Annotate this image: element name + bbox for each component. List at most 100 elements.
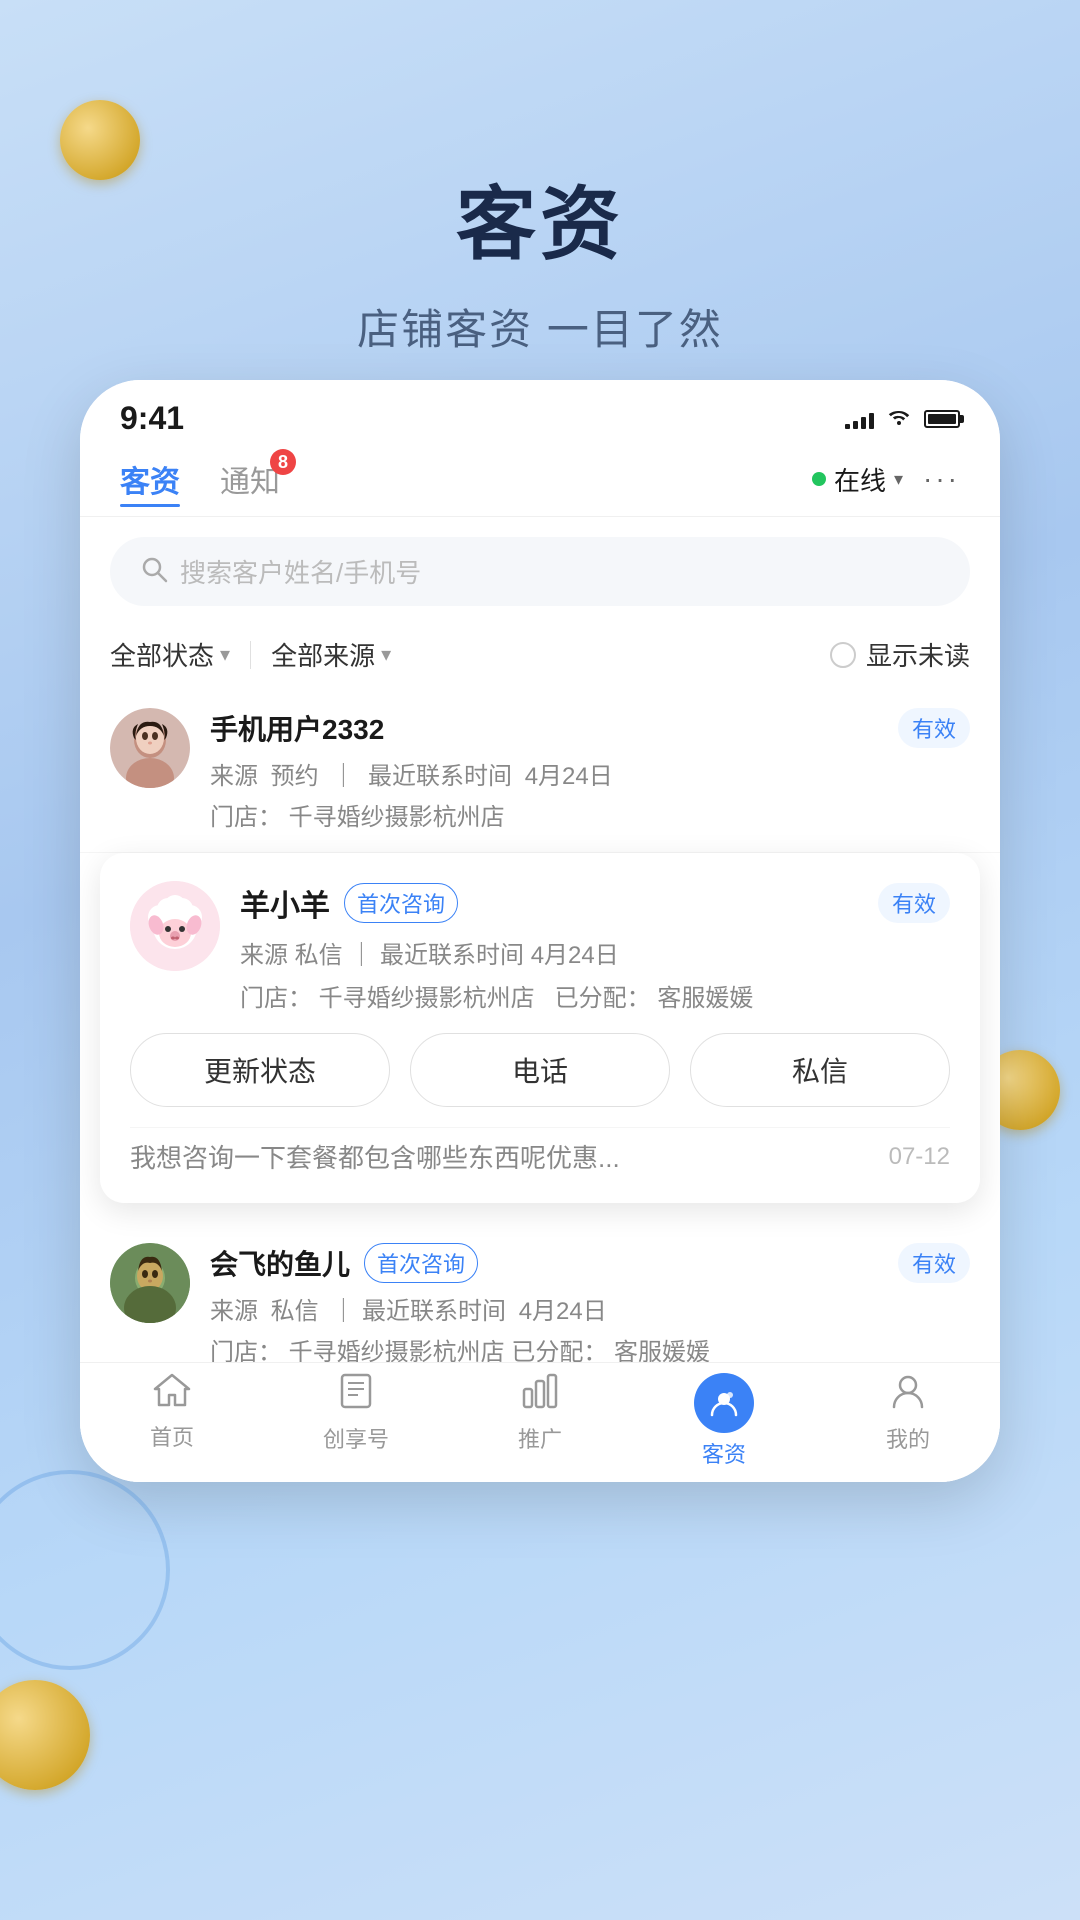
shop-label-1: 门店： (210, 804, 282, 831)
tab-keizi-label: 客资 (120, 466, 180, 499)
customer-2-shop-name: 千寻婚纱摄影杭州店 (319, 985, 535, 1012)
customer-1-info: 手机用户2332 有效 来源 预约 ｜ 最近联系时间 4月24日 门店： 千寻婚… (210, 708, 970, 832)
customer-row-1[interactable]: 手机用户2332 有效 来源 预约 ｜ 最近联系时间 4月24日 门店： 千寻婚… (80, 688, 1000, 853)
assigned-label-2: 已分配： (555, 985, 651, 1012)
customer-2-name: 羊小羊 (240, 881, 330, 925)
signal-bar-4 (869, 413, 874, 429)
page-title: 客资 (0, 160, 1080, 276)
phone-button[interactable]: 电话 (410, 1033, 670, 1107)
online-text: 在线 (834, 461, 886, 498)
customer-1-status-tag: 有效 (898, 708, 970, 748)
update-status-button[interactable]: 更新状态 (130, 1033, 390, 1107)
customer-2-shop: 门店： 千寻婚纱摄影杭州店 (240, 978, 535, 1013)
last-message-text: 我想咨询一下套餐都包含哪些东西呢优惠... (130, 1138, 869, 1175)
nav-item-promote[interactable]: 推广 (448, 1373, 632, 1454)
nav-item-mine[interactable]: 我的 (816, 1373, 1000, 1454)
customer-2-header: 羊小羊 首次咨询 有效 来源 私信 ｜ 最近联系时间 4月24日 门店： 千寻婚… (130, 881, 950, 1013)
customer-3-name: 会飞的鱼儿 (210, 1243, 350, 1283)
customer-1-avatar (110, 708, 190, 788)
page-subtitle: 店铺客资 一目了然 (0, 296, 1080, 357)
filter-bar: 全部状态 ▾ 全部来源 ▾ 显示未读 (80, 626, 1000, 688)
customer-3-meta: 来源 私信 ｜ 最近联系时间 4月24日 (210, 1291, 970, 1326)
nav-home-label: 首页 (150, 1420, 194, 1452)
filter-divider (250, 641, 251, 669)
tab-bar: 客资 通知 8 在线 ▾ ··· (80, 447, 1000, 517)
customer-1-name-row: 手机用户2332 有效 (210, 708, 970, 748)
show-unread-label: 显示未读 (866, 636, 970, 673)
blue-curve-decoration (0, 1470, 170, 1670)
nav-item-home[interactable]: 首页 (80, 1373, 264, 1452)
signal-bar-3 (861, 417, 866, 429)
battery-fill (928, 414, 956, 424)
customer-3-avatar (110, 1243, 190, 1323)
sep-3a: ｜ 最近联系时间 (331, 1298, 512, 1325)
search-bar[interactable]: 搜索客户姓名/手机号 (110, 537, 970, 606)
last-contact-label-1: 最近联系时间 (368, 763, 512, 790)
source-filter-label: 全部来源 (271, 636, 375, 673)
status-time: 9:41 (120, 400, 184, 437)
home-icon (153, 1373, 191, 1416)
tab-notice-label: 通知 (220, 466, 280, 499)
status-filter[interactable]: 全部状态 ▾ (110, 636, 230, 673)
customer-1-last-contact: 4月24日 (525, 763, 613, 790)
tab-notice[interactable]: 通知 8 (220, 457, 280, 501)
nav-promote-label: 推广 (518, 1422, 562, 1454)
customer-1-source-label: 来源 (210, 763, 258, 790)
source-label-2: 来源 (240, 942, 295, 969)
customer-2-last-contact: 4月24日 (531, 942, 619, 969)
customer-card-2-expanded[interactable]: 羊小羊 首次咨询 有效 来源 私信 ｜ 最近联系时间 4月24日 门店： 千寻婚… (100, 853, 980, 1203)
status-filter-label: 全部状态 (110, 636, 214, 673)
customer-2-actions: 更新状态 电话 私信 (130, 1033, 950, 1107)
search-placeholder: 搜索客户姓名/手机号 (180, 553, 421, 590)
customer-1-source: 预约 (271, 763, 319, 790)
nav-chuanxiang-label: 创享号 (323, 1422, 389, 1454)
nav-item-keizi[interactable]: 客资 (632, 1373, 816, 1469)
chart-icon (522, 1373, 558, 1418)
shop-label-2: 门店： (240, 985, 312, 1012)
customer-3-last-contact: 4月24日 (519, 1298, 607, 1325)
battery-icon (924, 410, 960, 428)
online-indicator[interactable]: 在线 ▾ (812, 461, 903, 498)
keizi-nav-icon (694, 1373, 754, 1433)
person-icon (890, 1373, 926, 1418)
customer-1-shop: 门店： 千寻婚纱摄影杭州店 (210, 797, 970, 832)
show-unread-toggle[interactable]: 显示未读 (830, 636, 970, 673)
deco-ball-bottom-left (0, 1680, 90, 1790)
customer-2-name-row: 羊小羊 首次咨询 有效 (240, 881, 950, 925)
tab-right-actions: 在线 ▾ ··· (812, 461, 960, 498)
customer-2-status-tag: 有效 (878, 883, 950, 923)
more-button[interactable]: ··· (923, 463, 960, 495)
nav-mine-label: 我的 (886, 1422, 930, 1454)
phone-mockup: 9:41 客资 通知 8 (80, 380, 1000, 1482)
notice-badge: 8 (270, 449, 296, 475)
customer-1-shop-name: 千寻婚纱摄影杭州店 (289, 804, 505, 831)
unread-radio-icon (830, 642, 856, 668)
online-dot-icon (812, 472, 826, 486)
last-message-time: 07-12 (889, 1143, 950, 1171)
customer-2-shop-row: 门店： 千寻婚纱摄影杭州店 已分配： 客服媛媛 (240, 978, 950, 1013)
separator-1: ｜ (331, 763, 355, 790)
signal-bar-1 (845, 424, 850, 429)
sep-2a: ｜ 最近联系时间 (349, 942, 530, 969)
customer-2-assigned: 已分配： 客服媛媛 (555, 978, 754, 1013)
last-message-row: 我想咨询一下套餐都包含哪些东西呢优惠... 07-12 (130, 1127, 950, 1175)
customer-2-avatar (130, 881, 220, 971)
status-filter-arrow-icon: ▾ (220, 642, 230, 667)
customer-2-info: 羊小羊 首次咨询 有效 来源 私信 ｜ 最近联系时间 4月24日 门店： 千寻婚… (240, 881, 950, 1013)
note-icon (338, 1373, 374, 1418)
message-button[interactable]: 私信 (690, 1033, 950, 1107)
nav-item-chuanxiang[interactable]: 创享号 (264, 1373, 448, 1454)
signal-bar-2 (853, 421, 858, 429)
tab-keizi[interactable]: 客资 (120, 457, 180, 501)
nav-keizi-label: 客资 (702, 1437, 746, 1469)
customer-1-name: 手机用户2332 (210, 708, 384, 748)
source-filter[interactable]: 全部来源 ▾ (271, 636, 391, 673)
tab-underline (120, 504, 180, 507)
chevron-down-icon: ▾ (894, 469, 903, 490)
status-icons (845, 406, 960, 432)
signal-bars-icon (845, 409, 874, 429)
customer-2-consult-tag: 首次咨询 (344, 883, 458, 923)
wifi-icon (886, 406, 912, 432)
bottom-nav: 首页 创享号 推广 客资 我的 (80, 1362, 1000, 1482)
status-bar: 9:41 (80, 380, 1000, 447)
